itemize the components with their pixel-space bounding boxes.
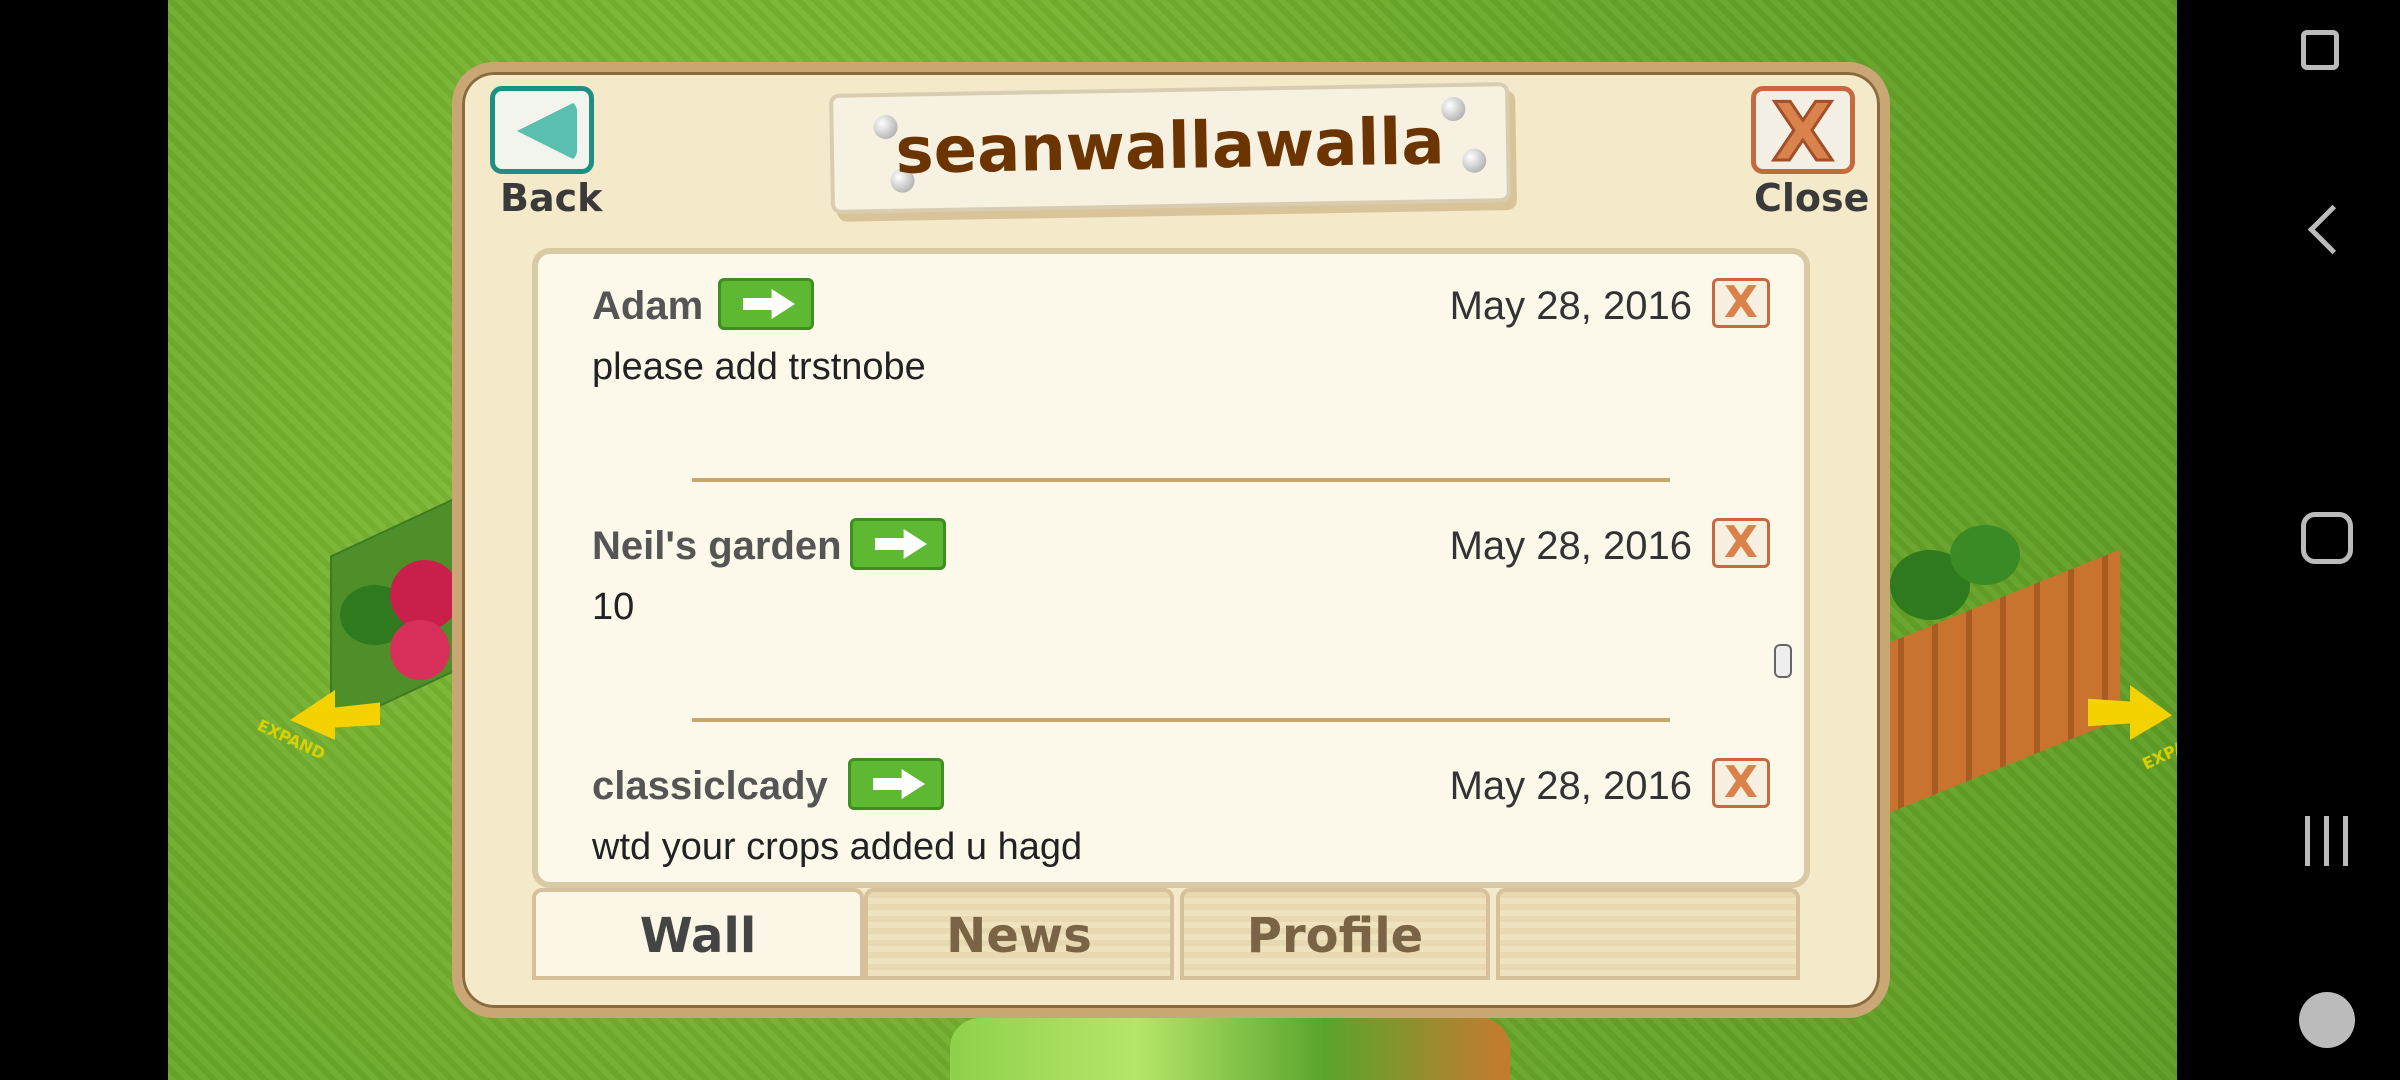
tab-empty[interactable] — [1496, 888, 1800, 980]
visit-farm-button[interactable] — [848, 758, 944, 810]
home-nav-icon[interactable] — [2301, 512, 2353, 564]
delete-post-button[interactable]: X — [1712, 517, 1770, 568]
tab-profile[interactable]: Profile — [1180, 888, 1490, 980]
visit-farm-button[interactable] — [718, 278, 814, 330]
tree-icon — [1950, 525, 2020, 585]
post-date: May 28, 2016 — [1449, 764, 1692, 808]
post-message: 10 — [592, 586, 635, 628]
flower-tree-icon — [390, 620, 450, 680]
arrow-right-icon — [873, 769, 925, 799]
back-arrow-icon — [517, 101, 577, 161]
arrow-right-icon — [875, 529, 927, 559]
back-nav-icon[interactable] — [2307, 204, 2358, 255]
visit-farm-button[interactable] — [850, 518, 946, 570]
close-icon: X — [1724, 757, 1758, 808]
delete-post-button[interactable]: X — [1712, 757, 1770, 808]
tab-bar: Wall News Profile — [532, 888, 1808, 980]
post-message: please add trstnobe — [592, 346, 926, 388]
post-date: May 28, 2016 — [1449, 284, 1692, 328]
bottom-bushes — [950, 1018, 1510, 1080]
post-author[interactable]: classiclcady — [592, 764, 828, 809]
post-divider — [692, 718, 1670, 722]
close-icon: X — [1724, 277, 1758, 328]
close-label[interactable]: Close — [1754, 176, 1869, 220]
tab-label: News — [946, 908, 1092, 964]
close-button[interactable]: X — [1751, 85, 1855, 180]
scrollbar-thumb[interactable] — [1774, 644, 1792, 678]
post-message: wtd your crops added u hagd — [592, 826, 1083, 868]
recents-nav-icon[interactable] — [2305, 816, 2353, 866]
game-tools-icon[interactable] — [2299, 992, 2355, 1048]
tab-label: Wall — [639, 908, 757, 964]
post-date: May 28, 2016 — [1449, 524, 1692, 568]
back-button[interactable] — [490, 86, 594, 174]
delete-post-button[interactable]: X — [1712, 277, 1770, 328]
tab-label: Profile — [1246, 908, 1424, 964]
tab-wall[interactable]: Wall — [532, 888, 864, 980]
wall-list[interactable]: Adam May 28, 2016 X please add trstnobe … — [532, 248, 1810, 888]
tab-news[interactable]: News — [864, 888, 1174, 980]
post-divider — [692, 478, 1670, 482]
screen-assist-icon[interactable] — [2301, 30, 2339, 70]
arrow-right-icon — [743, 289, 795, 319]
system-nav-bar — [2177, 0, 2400, 1080]
close-icon: X — [1724, 517, 1758, 568]
title-plank: seanwallawalla — [829, 82, 1511, 214]
back-label[interactable]: Back — [500, 176, 602, 220]
close-icon: X — [1771, 85, 1836, 180]
post-author[interactable]: Neil's garden — [592, 524, 842, 569]
page-title: seanwallawalla — [894, 105, 1446, 189]
post-author[interactable]: Adam — [592, 284, 703, 329]
